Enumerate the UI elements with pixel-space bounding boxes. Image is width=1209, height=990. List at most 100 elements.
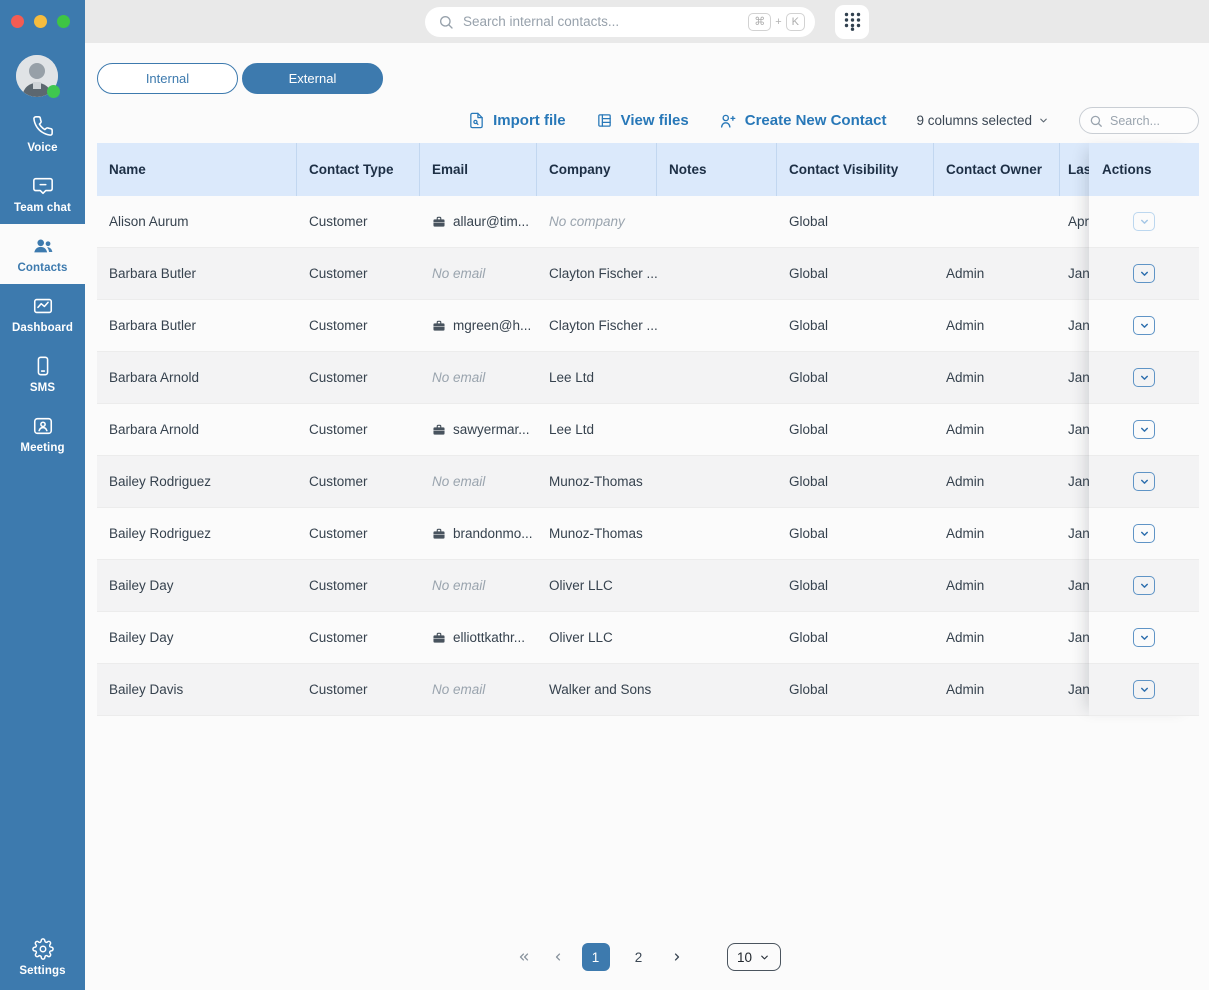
first-page-button[interactable] <box>514 948 534 966</box>
table-row[interactable]: Barbara Arnold Customer No email Lee Ltd… <box>97 352 1199 404</box>
table-row[interactable]: Barbara Arnold Customer sawyermar... Lee… <box>97 404 1199 456</box>
import-file-button[interactable]: Import file <box>468 112 566 129</box>
sidebar-item-label: SMS <box>30 382 55 394</box>
table-row[interactable]: Bailey Day Customer elliottkathr... Oliv… <box>97 612 1199 664</box>
chat-bubble-icon <box>32 175 54 197</box>
chevron-down-icon <box>1038 115 1049 126</box>
cell-name: Bailey Rodriguez <box>97 508 297 559</box>
row-actions-button[interactable] <box>1133 628 1155 647</box>
cell-name: Barbara Butler <box>97 248 297 299</box>
sidebar-item-label: Voice <box>27 142 57 154</box>
page-size-select[interactable]: 10 <box>727 943 781 971</box>
columns-selector-dropdown[interactable]: 9 columns selected <box>916 113 1049 128</box>
cell-name: Bailey Rodriguez <box>97 456 297 507</box>
email-text: No email <box>432 474 485 489</box>
row-actions-button[interactable] <box>1133 264 1155 283</box>
close-window-button[interactable] <box>11 15 24 28</box>
row-actions-button[interactable] <box>1133 576 1155 595</box>
cell-contact-type: Customer <box>297 404 420 455</box>
minimize-window-button[interactable] <box>34 15 47 28</box>
cell-contact-type: Customer <box>297 196 420 247</box>
cell-contact-owner: Admin <box>934 612 1060 663</box>
create-new-contact-button[interactable]: Create New Contact <box>719 112 887 130</box>
view-files-button[interactable]: View files <box>596 112 689 129</box>
cell-contact-visibility: Global <box>777 352 934 403</box>
email-text: elliottkathr... <box>453 630 525 645</box>
sidebar-item-contacts[interactable]: Contacts <box>0 224 85 284</box>
cell-name: Barbara Arnold <box>97 352 297 403</box>
cell-email: brandonmo... <box>420 508 537 559</box>
sidebar-item-label: Dashboard <box>12 322 73 334</box>
table-search[interactable] <box>1079 107 1199 134</box>
page-button-1[interactable]: 1 <box>582 943 610 971</box>
sidebar-item-dashboard[interactable]: Dashboard <box>0 284 85 344</box>
table-row[interactable]: Alison Aurum Customer allaur@tim... No c… <box>97 196 1199 248</box>
zoom-window-button[interactable] <box>57 15 70 28</box>
columns-selected-label: 9 columns selected <box>916 113 1032 128</box>
row-actions-button[interactable] <box>1133 680 1155 699</box>
sidebar-item-settings[interactable]: Settings <box>0 929 85 985</box>
table-row[interactable]: Barbara Butler Customer No email Clayton… <box>97 248 1199 300</box>
row-actions-button[interactable] <box>1133 420 1155 439</box>
dialpad-button[interactable] <box>835 5 869 39</box>
email-text: brandonmo... <box>453 526 533 541</box>
cell-actions <box>1089 404 1199 456</box>
cell-contact-type: Customer <box>297 352 420 403</box>
chevron-down-icon <box>1139 216 1150 227</box>
table-row[interactable]: Bailey Day Customer No email Oliver LLC … <box>97 560 1199 612</box>
cell-name: Alison Aurum <box>97 196 297 247</box>
chevron-down-icon <box>1139 320 1150 331</box>
global-search[interactable]: ⌘ + K <box>425 7 815 37</box>
email-text: No email <box>432 370 485 385</box>
k-key-badge: K <box>786 13 805 31</box>
chevron-down-icon <box>1139 268 1150 279</box>
cell-contact-owner: Admin <box>934 456 1060 507</box>
cell-company: Clayton Fischer ... <box>537 300 657 351</box>
table-row[interactable]: Bailey Rodriguez Customer brandonmo... M… <box>97 508 1199 560</box>
column-header-contact-visibility: Contact Visibility <box>777 143 934 196</box>
next-page-button[interactable] <box>668 948 686 966</box>
chevron-down-icon <box>1139 476 1150 487</box>
keyboard-shortcut-hint: ⌘ + K <box>748 13 805 31</box>
table-search-input[interactable] <box>1110 114 1190 128</box>
contact-scope-tabs: Internal External <box>85 43 1209 94</box>
sidebar-item-meeting[interactable]: Meeting <box>0 404 85 464</box>
sidebar-item-team-chat[interactable]: Team chat <box>0 164 85 224</box>
row-actions-button[interactable] <box>1133 368 1155 387</box>
contacts-page: Internal External Import file View files… <box>85 43 1209 990</box>
cell-contact-owner: Admin <box>934 352 1060 403</box>
chevron-down-icon <box>1139 684 1150 695</box>
table-row[interactable]: Bailey Rodriguez Customer No email Munoz… <box>97 456 1199 508</box>
cell-notes <box>657 352 777 403</box>
cell-email: mgreen@h... <box>420 300 537 351</box>
table-row[interactable]: Barbara Butler Customer mgreen@h... Clay… <box>97 300 1199 352</box>
cell-contact-owner: Admin <box>934 404 1060 455</box>
cell-notes <box>657 404 777 455</box>
cell-actions <box>1089 612 1199 664</box>
user-avatar[interactable] <box>16 55 58 97</box>
cell-contact-visibility: Global <box>777 196 934 247</box>
cell-contact-visibility: Global <box>777 404 934 455</box>
pagination: 1 2 10 <box>85 943 1209 971</box>
chevron-right-icon <box>670 950 684 964</box>
column-header-contact-type: Contact Type <box>297 143 420 196</box>
cell-actions <box>1089 196 1199 248</box>
table-row[interactable]: Bailey Davis Customer No email Walker an… <box>97 664 1199 716</box>
cell-contact-visibility: Global <box>777 612 934 663</box>
previous-page-button[interactable] <box>549 948 567 966</box>
cell-contact-visibility: Global <box>777 300 934 351</box>
row-actions-button[interactable] <box>1133 524 1155 543</box>
cell-notes <box>657 560 777 611</box>
table-header-row: Name Contact Type Email Company Notes Co… <box>97 143 1199 196</box>
sidebar-item-sms[interactable]: SMS <box>0 344 85 404</box>
tab-internal[interactable]: Internal <box>97 63 238 94</box>
global-search-input[interactable] <box>463 14 739 29</box>
row-actions-button[interactable] <box>1133 212 1155 231</box>
row-actions-button[interactable] <box>1133 472 1155 491</box>
sidebar-item-voice[interactable]: Voice <box>0 104 85 164</box>
double-chevron-left-icon <box>516 950 532 964</box>
tab-external[interactable]: External <box>242 63 383 94</box>
page-button-2[interactable]: 2 <box>625 943 653 971</box>
row-actions-button[interactable] <box>1133 316 1155 335</box>
cell-email: No email <box>420 352 537 403</box>
